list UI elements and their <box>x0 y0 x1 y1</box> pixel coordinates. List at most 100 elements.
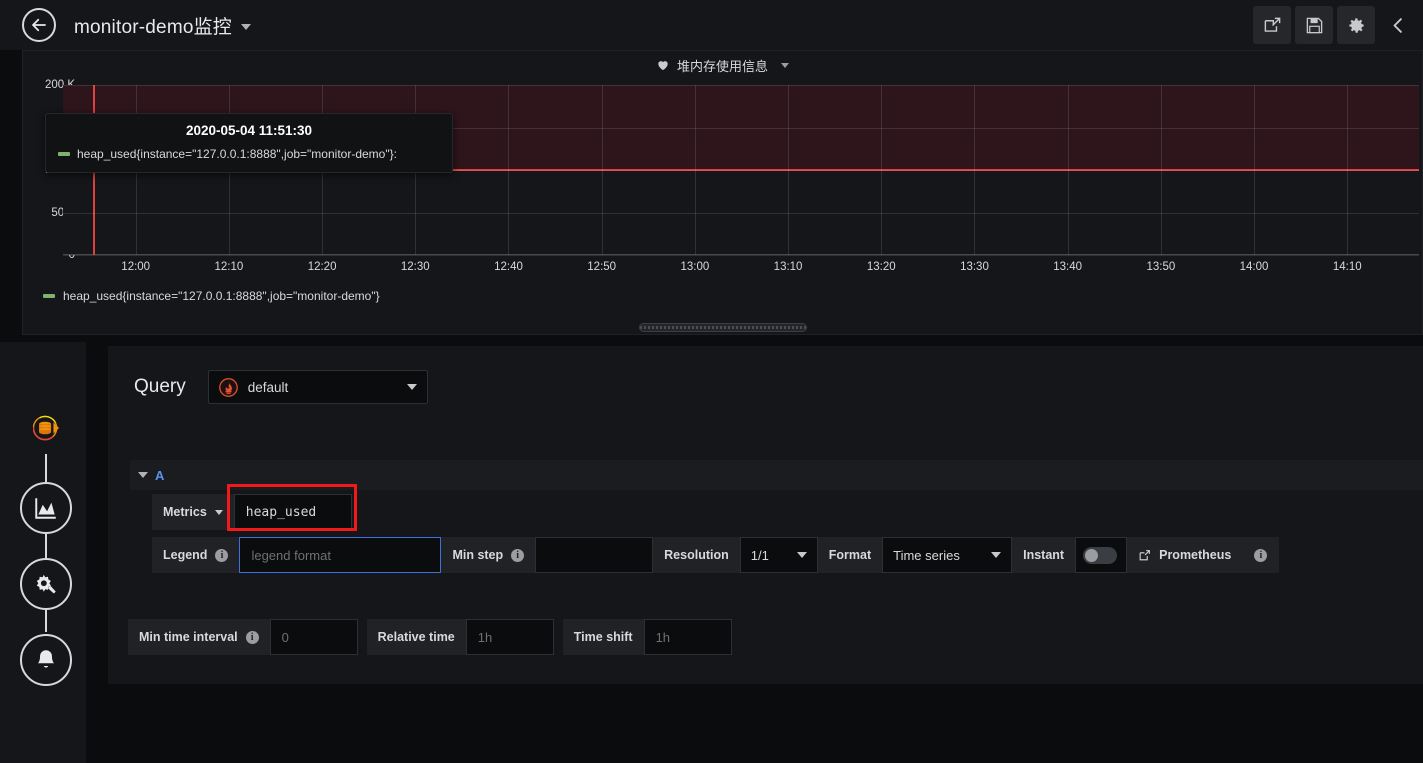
time-shift-input[interactable]: 1h <box>643 619 732 655</box>
gear-icon <box>1348 17 1364 33</box>
format-caret-icon[interactable] <box>991 552 1002 558</box>
resolution-value: 1/1 <box>750 547 769 563</box>
metric-expression-input[interactable]: heap_used <box>233 494 352 530</box>
min-step-label-segment: Min step i <box>441 537 536 573</box>
x-gridline <box>1160 85 1162 255</box>
panel-resize-handle[interactable] <box>638 323 807 332</box>
datasource-caret-icon[interactable] <box>406 384 417 390</box>
share-icon <box>1264 17 1280 32</box>
prometheus-info-icon[interactable]: i <box>1254 548 1268 562</box>
format-label-segment: Format <box>817 537 883 573</box>
sidebar-visualization-icon[interactable] <box>20 482 72 534</box>
save-dashboard-button[interactable] <box>1295 6 1333 44</box>
x-axis-tick-label: 12:20 <box>307 261 337 273</box>
resolution-label-segment: Resolution <box>653 537 740 573</box>
graph-legend-item[interactable]: heap_used{instance="127.0.0.1:8888",job=… <box>43 289 380 303</box>
dashboard-title-text: monitor-demo监控 <box>74 16 233 38</box>
tooltip-series-label: heap_used{instance="127.0.0.1:8888",job=… <box>77 147 397 161</box>
panel-menu-caret-icon[interactable] <box>781 62 789 68</box>
arrow-left-icon <box>32 18 46 32</box>
topbar-actions <box>1253 6 1417 44</box>
x-axis-tick-label: 12:40 <box>494 261 523 273</box>
query-row-header: A <box>130 460 1423 490</box>
datasource-picker[interactable]: default <box>207 370 428 404</box>
min-time-interval-label: Min time interval <box>139 630 238 644</box>
query-editor-pane: Query default A Metrics heap_used Legend… <box>86 342 1423 763</box>
min-step-input[interactable] <box>535 537 654 573</box>
query-collapse-toggle-icon[interactable] <box>138 472 148 478</box>
min-time-interval-placeholder: 0 <box>281 629 289 645</box>
resolution-label: Resolution <box>664 548 729 562</box>
graph-plot-area: 050 K100 K150 K200 K 12:0012:1012:2012:3… <box>23 79 1422 279</box>
min-time-interval-group: Min time interval i 0 <box>128 619 358 655</box>
legend-info-icon[interactable]: i <box>215 548 229 562</box>
database-icon <box>33 415 59 441</box>
sidebar-query-options-icon[interactable] <box>20 558 72 610</box>
relative-time-placeholder: 1h <box>477 629 493 645</box>
x-gridline <box>788 85 790 255</box>
query-time-options-row: Min time interval i 0 Relative time 1h T… <box>128 619 732 655</box>
time-shift-placeholder: 1h <box>655 629 671 645</box>
share-dashboard-button[interactable] <box>1253 6 1291 44</box>
collapse-panel-button[interactable] <box>1379 6 1417 44</box>
chart-area-icon <box>35 498 56 519</box>
min-step-info-icon[interactable]: i <box>511 548 525 562</box>
grafana-panel-edit-page: monitor-demo监控 堆内存使用信息 0 50 200 K 12:00 … <box>0 0 1423 763</box>
x-gridline <box>881 85 883 255</box>
instant-label-segment: Instant <box>1012 537 1076 573</box>
x-gridline <box>974 85 976 255</box>
metrics-row: Metrics heap_used <box>152 484 1279 531</box>
tooltip-series-row: heap_used{instance="127.0.0.1:8888",job=… <box>58 147 440 161</box>
graph-panel-title[interactable]: 堆内存使用信息 <box>656 56 789 75</box>
floppy-disk-icon <box>1306 17 1322 33</box>
external-link-icon <box>1139 549 1151 560</box>
x-axis-tick-label: 12:30 <box>400 261 430 273</box>
x-axis-tick-label: 13:50 <box>1146 261 1176 273</box>
format-select[interactable]: Time series <box>882 537 1013 573</box>
metric-expression-value: heap_used <box>245 504 317 520</box>
x-axis-tick-label: 12:00 <box>121 261 151 273</box>
instant-toggle-knob <box>1085 548 1099 562</box>
x-gridline <box>694 85 696 255</box>
resolution-select[interactable]: 1/1 <box>739 537 818 573</box>
query-options-row: Legend i legend format Min step i Resolu… <box>152 537 1280 573</box>
top-navbar: monitor-demo监控 <box>0 0 1423 50</box>
graph-panel-title-text: 堆内存使用信息 <box>676 58 768 74</box>
relative-time-group: Relative time 1h <box>366 619 554 655</box>
query-heading: Query <box>134 376 186 397</box>
graph-panel-header: 堆内存使用信息 <box>23 51 1422 79</box>
min-time-interval-info-icon[interactable]: i <box>245 630 259 644</box>
metrics-caret-icon[interactable] <box>214 509 223 515</box>
sidebar-datasource-icon[interactable] <box>20 402 72 454</box>
min-time-interval-input[interactable]: 0 <box>269 619 358 655</box>
relative-time-input[interactable]: 1h <box>465 619 554 655</box>
y-gridline <box>63 255 1419 256</box>
prometheus-info-segment: i <box>1242 537 1280 573</box>
tooltip-series-swatch <box>58 152 70 156</box>
legend-series-swatch <box>43 294 55 298</box>
query-ref-id[interactable]: A <box>155 468 164 483</box>
sidebar-alert-icon[interactable] <box>20 634 72 686</box>
dashboard-title[interactable]: monitor-demo监控 <box>74 12 252 39</box>
x-gridline <box>1254 85 1256 255</box>
dashboard-title-caret-icon[interactable] <box>241 24 252 31</box>
legend-format-input[interactable]: legend format <box>239 537 442 573</box>
time-shift-label: Time shift <box>573 630 633 644</box>
graph-tooltip: 2020-05-04 11:51:30 heap_used{instance="… <box>45 113 453 173</box>
x-axis: 12:00 12:10 12:20 12:30 12:40 12:50 13:00 13:10… <box>63 261 1419 279</box>
metrics-dropdown[interactable]: Metrics <box>152 494 234 530</box>
x-gridline <box>601 85 603 255</box>
metric-expression-wrapper: heap_used <box>226 484 357 531</box>
dashboard-settings-button[interactable] <box>1337 6 1375 44</box>
heart-icon <box>658 61 668 71</box>
instant-toggle-track <box>1083 546 1118 564</box>
x-axis-tick-label: 13:00 <box>680 261 710 273</box>
time-shift-label-segment: Time shift <box>562 619 644 655</box>
format-label: Format <box>828 548 872 562</box>
legend-label: Legend <box>163 548 208 562</box>
prometheus-external-link[interactable]: Prometheus <box>1127 537 1243 573</box>
x-axis-tick-label: 13:30 <box>960 261 989 273</box>
back-button[interactable] <box>22 8 56 42</box>
instant-toggle[interactable] <box>1075 537 1128 573</box>
resolution-caret-icon[interactable] <box>796 552 807 558</box>
